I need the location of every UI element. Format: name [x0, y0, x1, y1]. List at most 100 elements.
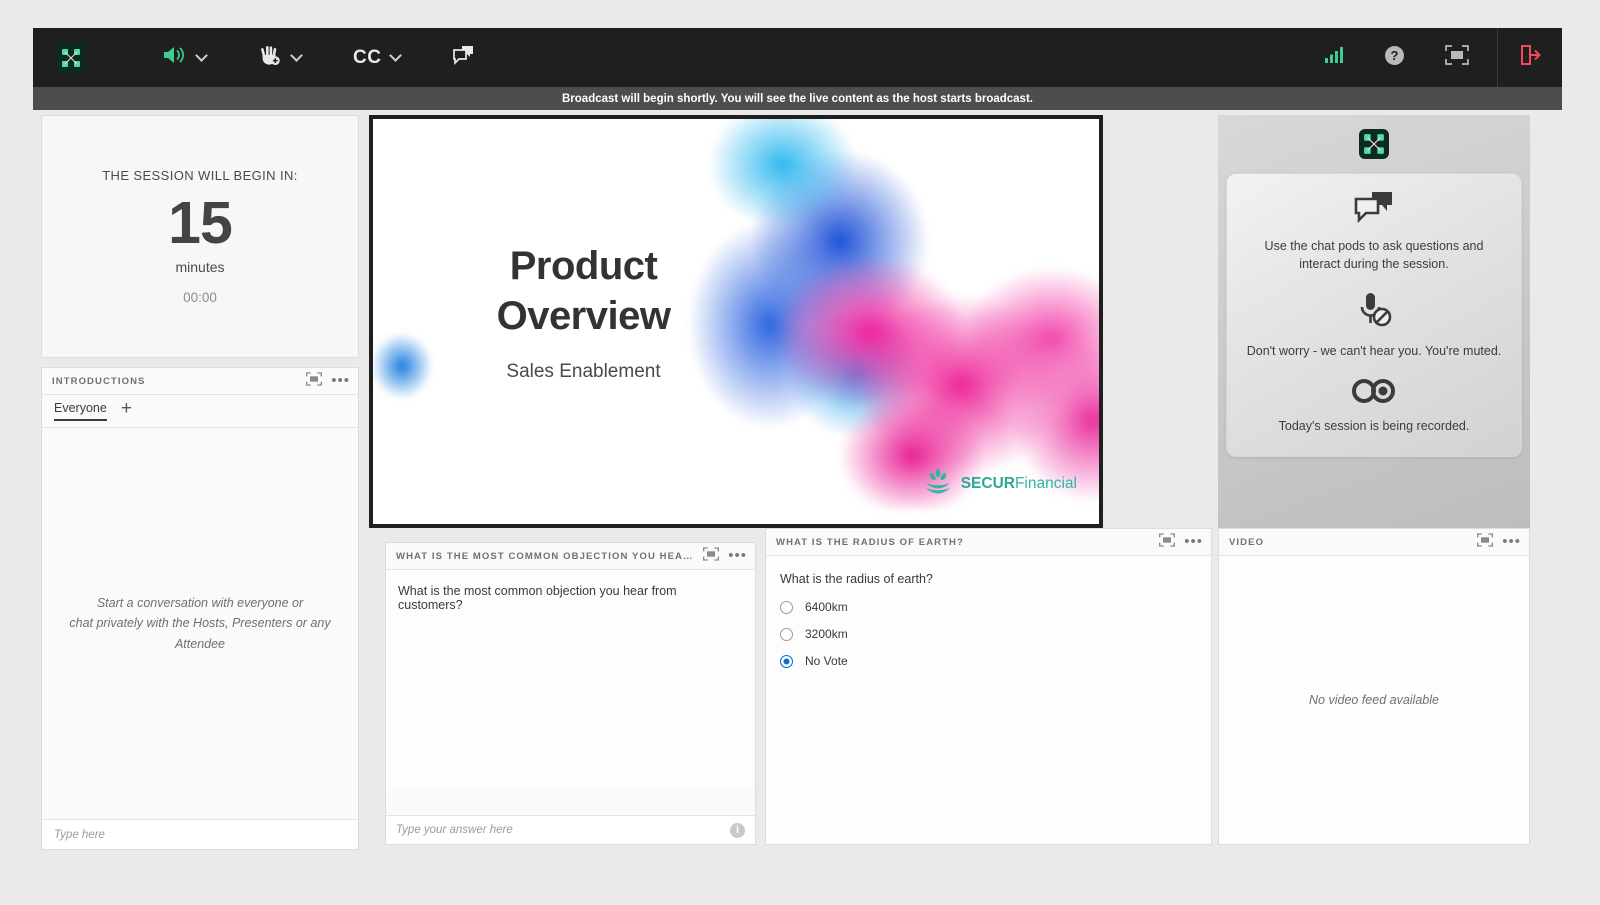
slide-brand-logo: SECURFinancial [923, 467, 1077, 500]
session-info-card: Use the chat pods to ask questions and i… [1226, 173, 1522, 457]
poll-body: What is the radius of earth? 6400km 3200… [766, 556, 1211, 844]
add-chat-tab-icon[interactable]: + [121, 399, 132, 420]
poll-pod-actions: ••• [1159, 532, 1203, 552]
info-item-recording-text: Today's session is being recorded. [1278, 419, 1470, 434]
fullscreen-icon[interactable] [306, 371, 323, 391]
chat-empty-line-1: Start a conversation with everyone or [96, 595, 304, 610]
meeting-app-window: CC ? Broadcast will begin shortly. You w… [33, 28, 1562, 850]
info-panel-logo [1218, 115, 1530, 159]
timer-value: 15 [168, 190, 233, 257]
video-pod-header: VIDEO ••• [1219, 529, 1529, 556]
chat-empty-line-2: chat privately with the Hosts, Presenter… [69, 616, 331, 651]
qa-answer-placeholder: Type your answer here [396, 824, 513, 836]
info-item-chat-text: Use the chat pods to ask questions and i… [1264, 239, 1484, 272]
poll-option-0[interactable]: 6400km [780, 600, 1197, 614]
fullscreen-button[interactable] [1425, 28, 1489, 87]
poll-option-2[interactable]: No Vote [780, 654, 1197, 668]
poll-option-1[interactable]: 3200km [780, 627, 1197, 641]
main-toolbar: CC ? [33, 28, 1562, 87]
poll-option-1-label: 3200km [805, 627, 848, 641]
timer-label: THE SESSION WILL BEGIN IN: [102, 168, 298, 184]
qa-question-area: What is the most common objection you he… [386, 570, 755, 790]
chat-pod-title: INTRODUCTIONS [52, 375, 146, 387]
chevron-down-icon[interactable] [195, 49, 208, 62]
chevron-down-icon[interactable] [290, 49, 303, 62]
slide-title-line-1: Product [509, 243, 658, 288]
broadcast-notice-bar: Broadcast will begin shortly. You will s… [33, 87, 1562, 110]
brand-logo-light: Financial [1014, 474, 1077, 492]
poll-option-0-label: 6400km [805, 600, 848, 614]
info-item-muted-text: Don't worry - we can't hear you. You're … [1246, 344, 1502, 359]
toolbar-left-group: CC [33, 28, 476, 87]
more-options-icon[interactable]: ••• [1502, 534, 1521, 549]
qa-pod-header: WHAT IS THE MOST COMMON OBJECTION YOU HE… [386, 543, 755, 570]
connect-logo-icon [56, 42, 86, 73]
chat-bubbles-icon [1354, 192, 1394, 228]
slide-text-block: Product Overview Sales Enablement [417, 241, 751, 384]
chat-tab-bar: Everyone + [42, 395, 358, 428]
qa-pod-title: WHAT IS THE MOST COMMON OBJECTION YOU HE… [396, 550, 695, 562]
poll-pod-header: WHAT IS THE RADIUS OF EARTH? ••• [766, 529, 1211, 556]
more-options-icon[interactable]: ••• [331, 373, 350, 388]
qa-answer-input[interactable]: Type your answer here i [386, 815, 755, 844]
pods-stage: THE SESSION WILL BEGIN IN: 15 minutes 00… [33, 110, 1562, 850]
qa-pod: WHAT IS THE MOST COMMON OBJECTION YOU HE… [385, 542, 756, 845]
more-options-icon[interactable]: ••• [728, 548, 747, 563]
introductions-chat-pod: INTRODUCTIONS ••• Everyone + Start a con… [41, 367, 359, 850]
speaker-icon [161, 44, 187, 71]
info-item-muted: Don't worry - we can't hear you. You're … [1245, 291, 1503, 360]
raise-hand-button[interactable] [258, 28, 303, 87]
mic-muted-icon [1354, 293, 1394, 333]
info-item-recording: Today's session is being recorded. [1245, 378, 1503, 435]
left-column: THE SESSION WILL BEGIN IN: 15 minutes 00… [41, 115, 359, 850]
video-empty-text: No video feed available [1309, 693, 1439, 707]
speaker-button[interactable] [161, 28, 208, 87]
chevron-down-icon[interactable] [389, 49, 403, 62]
chat-input-row[interactable]: Type here [42, 819, 358, 849]
leave-session-button[interactable] [1498, 28, 1562, 87]
radio-icon[interactable] [780, 627, 793, 641]
brand-logo-bold: SECUR [960, 474, 1015, 492]
countdown-timer-pod: THE SESSION WILL BEGIN IN: 15 minutes 00… [41, 115, 359, 358]
radio-selected-icon[interactable] [780, 654, 793, 668]
fullscreen-icon[interactable] [1477, 532, 1494, 552]
network-status-button[interactable] [1304, 28, 1364, 87]
svg-text:?: ? [1391, 48, 1399, 63]
fullscreen-icon[interactable] [703, 546, 720, 566]
chat-empty-state: Start a conversation with everyone or ch… [54, 593, 346, 655]
poll-option-2-label: No Vote [805, 654, 848, 668]
help-button[interactable]: ? [1364, 28, 1425, 87]
app-logo-button[interactable] [33, 28, 109, 87]
slide-title-line-2: Overview [496, 293, 671, 338]
session-info-panel: Use the chat pods to ask questions and i… [1218, 115, 1530, 528]
radio-icon[interactable] [780, 600, 793, 614]
recording-icon [1351, 379, 1397, 408]
share-pod[interactable]: Product Overview Sales Enablement SECURF… [369, 115, 1103, 528]
more-options-icon[interactable]: ••• [1184, 534, 1203, 549]
qa-question-text: What is the most common objection you he… [398, 584, 677, 612]
closed-captions-button[interactable]: CC [353, 28, 403, 87]
chat-tab-everyone[interactable]: Everyone [54, 401, 107, 421]
question-circle-icon: ? [1384, 45, 1405, 71]
chat-pod-header: INTRODUCTIONS ••• [42, 368, 358, 395]
chat-button[interactable] [452, 28, 476, 87]
info-circle-icon[interactable]: i [730, 822, 745, 838]
chat-bubble-icon [452, 44, 476, 71]
chat-input-placeholder: Type here [54, 828, 105, 841]
exit-icon [1518, 44, 1542, 71]
qa-pod-actions: ••• [703, 546, 747, 566]
connect-logo-icon [1359, 129, 1389, 159]
chat-pod-actions: ••• [306, 371, 350, 391]
raise-hand-icon [258, 43, 282, 72]
timer-clock: 00:00 [183, 289, 217, 305]
toolbar-right-group: ? [1304, 28, 1562, 87]
presentation-slide: Product Overview Sales Enablement SECURF… [373, 119, 1099, 524]
broadcast-notice-text: Broadcast will begin shortly. You will s… [562, 92, 1033, 105]
poll-pod: WHAT IS THE RADIUS OF EARTH? ••• What is… [765, 528, 1212, 845]
signal-bars-icon [1324, 46, 1344, 69]
video-pod-actions: ••• [1477, 532, 1521, 552]
info-item-chat: Use the chat pods to ask questions and i… [1245, 190, 1503, 273]
fullscreen-icon[interactable] [1159, 532, 1176, 552]
timer-unit: minutes [175, 258, 225, 275]
slide-subtitle: Sales Enablement [506, 361, 661, 383]
